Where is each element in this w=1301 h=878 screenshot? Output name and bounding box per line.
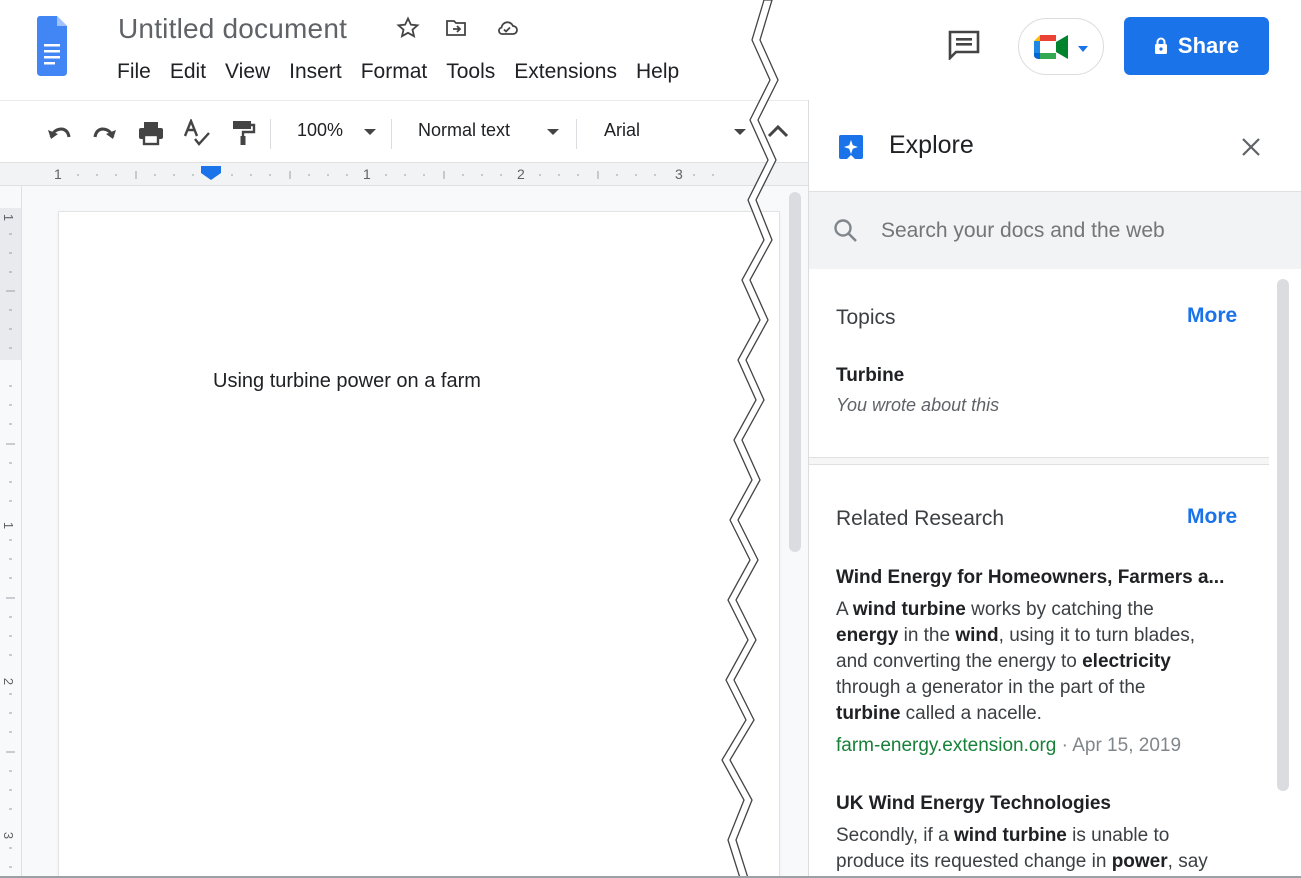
explore-header: Explore [809, 100, 1301, 192]
meet-icon [1034, 35, 1068, 59]
zoom-caret-icon [364, 129, 376, 135]
explore-scrollbar[interactable] [1277, 279, 1289, 791]
undo-icon[interactable] [45, 119, 73, 147]
toolbar-separator [391, 119, 392, 149]
menu-extensions[interactable]: Extensions [514, 60, 617, 84]
collapse-toolbar-icon[interactable] [765, 121, 791, 143]
font-caret-icon [734, 129, 746, 135]
spellcheck-icon[interactable] [183, 119, 211, 147]
document-body-text[interactable]: Using turbine power on a farm [213, 370, 481, 393]
zoom-select[interactable]: 100% [297, 120, 343, 141]
menu-insert[interactable]: Insert [289, 60, 342, 84]
toolbar-separator [576, 119, 577, 149]
print-icon[interactable] [137, 119, 165, 147]
ruler-label: 2 [517, 166, 525, 182]
close-icon[interactable] [1240, 136, 1262, 158]
snippet-line: and converting the energy to electricity [836, 651, 1171, 672]
menu-bar: File Edit View Insert Format Tools Exten… [117, 60, 698, 84]
paragraph-style-select[interactable]: Normal text [418, 120, 510, 141]
font-select[interactable]: Arial [604, 120, 640, 141]
snippet-line: A wind turbine works by catching the [836, 599, 1154, 620]
research-result-title[interactable]: Wind Energy for Homeowners, Farmers a... [836, 567, 1246, 589]
document-scrollbar[interactable] [789, 192, 801, 552]
meet-dropdown-caret [1078, 46, 1088, 52]
horizontal-ruler[interactable]: 1 1 2 3 [0, 162, 808, 186]
vertical-ruler[interactable]: 1 1 2 3 [0, 186, 22, 878]
snippet-line: Secondly, if a wind turbine is unable to [836, 825, 1170, 846]
menu-help[interactable]: Help [636, 60, 679, 84]
research-result-snippet: Secondly, if a wind turbine is unable to… [836, 823, 1246, 875]
topics-heading: Topics [836, 306, 896, 329]
menu-format[interactable]: Format [361, 60, 428, 84]
ruler-label: 2 [1, 677, 17, 686]
share-label: Share [1177, 33, 1240, 58]
paint-format-icon[interactable] [229, 119, 257, 147]
research-heading: Related Research [836, 507, 1005, 530]
document-page[interactable] [59, 212, 779, 878]
menu-edit[interactable]: Edit [170, 60, 206, 84]
section-divider [809, 457, 1269, 465]
ruler-ticks [77, 166, 714, 180]
topic-name[interactable]: Turbine [836, 365, 904, 387]
ruler-label: 1 [363, 166, 371, 182]
document-title[interactable]: Untitled document [118, 13, 347, 45]
comments-icon[interactable] [948, 30, 980, 60]
ruler-label: 3 [675, 166, 683, 182]
source-date: · Apr 15, 2019 [1056, 735, 1182, 756]
explore-panel: Explore Topics More Turbine You wrote ab… [808, 100, 1301, 878]
docs-logo-icon[interactable] [37, 16, 67, 76]
source-url[interactable]: farm-energy.extension.org [836, 735, 1056, 756]
menu-view[interactable]: View [225, 60, 270, 84]
ruler-label: 1 [54, 166, 62, 182]
research-result-title[interactable]: UK Wind Energy Technologies [836, 793, 1246, 815]
menu-file[interactable]: File [117, 60, 151, 84]
ruler-label: 1 [1, 213, 17, 222]
share-button[interactable]: Share [1124, 17, 1269, 75]
research-more-link[interactable]: More [1187, 505, 1237, 529]
app-header: Untitled document File Edit View Insert … [0, 0, 1301, 100]
lock-icon [1154, 37, 1167, 54]
research-result-snippet: A wind turbine works by catching the ener… [836, 597, 1246, 727]
topics-more-link[interactable]: More [1187, 304, 1237, 328]
topic-subtitle: You wrote about this [836, 395, 1000, 415]
redo-icon[interactable] [91, 119, 119, 147]
explore-search-input[interactable] [881, 219, 1281, 243]
menu-tools[interactable]: Tools [446, 60, 495, 84]
ruler-label: 3 [1, 831, 17, 840]
explore-icon [839, 135, 863, 159]
vertical-ruler-ticks [6, 233, 15, 868]
research-result-source[interactable]: farm-energy.extension.org · Apr 15, 2019 [836, 735, 1181, 757]
snippet-line: energy in the wind, using it to turn bla… [836, 625, 1196, 646]
explore-title: Explore [889, 131, 974, 159]
toolbar-separator [270, 119, 271, 149]
formatting-toolbar: 100% Normal text Arial [0, 100, 808, 162]
ruler-label: 1 [1, 521, 17, 530]
explore-search-box[interactable] [809, 192, 1301, 269]
star-icon[interactable] [396, 16, 420, 40]
search-icon [834, 219, 857, 242]
snippet-line: produce its requested change in power, s… [836, 851, 1208, 872]
snippet-line: through a generator in the part of the [836, 677, 1146, 698]
cloud-saved-icon[interactable] [495, 16, 519, 40]
meet-button[interactable] [1018, 18, 1104, 75]
snippet-line: turbine called a nacelle. [836, 703, 1042, 724]
style-caret-icon [547, 129, 559, 135]
move-to-folder-icon[interactable] [444, 16, 468, 40]
